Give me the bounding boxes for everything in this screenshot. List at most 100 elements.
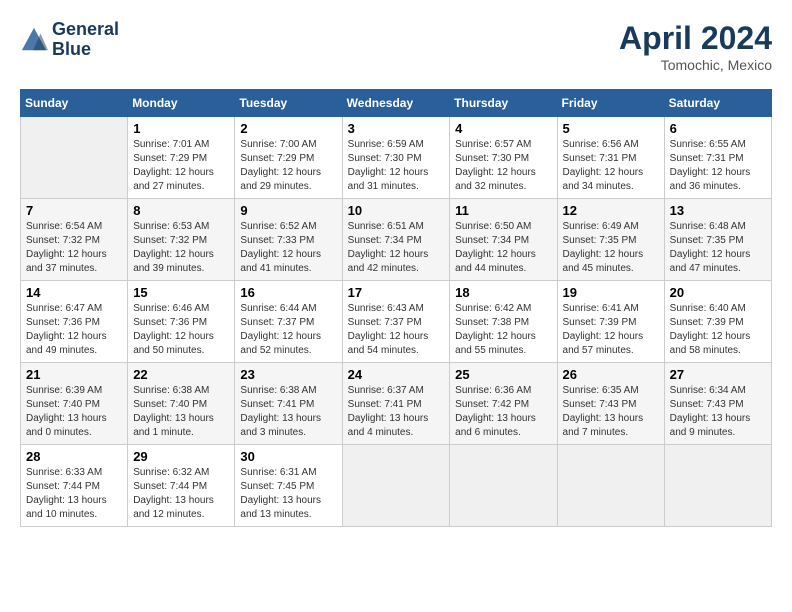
day-info: Sunrise: 6:57 AM Sunset: 7:30 PM Dayligh… (455, 138, 551, 194)
day-info: Sunrise: 7:00 AM Sunset: 7:29 PM Dayligh… (240, 138, 336, 194)
page-header: General Blue April 2024 Tomochic, Mexico (20, 20, 772, 73)
day-info: Sunrise: 6:35 AM Sunset: 7:43 PM Dayligh… (563, 384, 659, 440)
day-number: 19 (563, 285, 659, 300)
calendar-cell: 15 Sunrise: 6:46 AM Sunset: 7:36 PM Dayli… (128, 281, 235, 363)
calendar-cell (664, 445, 771, 527)
calendar-cell (450, 445, 557, 527)
weekday-header: Friday (557, 90, 664, 117)
day-number: 5 (563, 121, 659, 136)
calendar-cell: 5Sunrise: 6:56 AM Sunset: 7:31 PM Daylig… (557, 117, 664, 199)
weekday-header: Thursday (450, 90, 557, 117)
day-info: Sunrise: 6:49 AM Sunset: 7:35 PM Dayligh… (563, 220, 659, 276)
day-info: Sunrise: 6:31 AM Sunset: 7:45 PM Dayligh… (240, 466, 336, 522)
calendar-cell: 11Sunrise: 6:50 AM Sunset: 7:34 PM Dayli… (450, 199, 557, 281)
calendar-cell (342, 445, 450, 527)
day-number: 23 (240, 367, 336, 382)
day-info: Sunrise: 6:44 AM Sunset: 7:37 PM Dayligh… (240, 302, 336, 358)
day-info: Sunrise: 6:52 AM Sunset: 7:33 PM Dayligh… (240, 220, 336, 276)
day-number: 6 (670, 121, 766, 136)
day-number: 21 (26, 367, 122, 382)
day-info: Sunrise: 6:33 AM Sunset: 7:44 PM Dayligh… (26, 466, 122, 522)
day-number: 3 (348, 121, 445, 136)
day-number: 14 (26, 285, 122, 300)
location-title: Tomochic, Mexico (619, 57, 772, 73)
day-info: Sunrise: 7:01 AM Sunset: 7:29 PM Dayligh… (133, 138, 229, 194)
day-info: Sunrise: 6:37 AM Sunset: 7:41 PM Dayligh… (348, 384, 445, 440)
calendar-week-row: 21 Sunrise: 6:39 AM Sunset: 7:40 PM Dayli… (21, 363, 772, 445)
day-number: 20 (670, 285, 766, 300)
calendar-cell: 14Sunrise: 6:47 AM Sunset: 7:36 PM Dayli… (21, 281, 128, 363)
day-number: 1 (133, 121, 229, 136)
day-number: 17 (348, 285, 445, 300)
calendar-cell (557, 445, 664, 527)
title-block: April 2024 Tomochic, Mexico (619, 20, 772, 73)
day-number: 26 (563, 367, 659, 382)
day-info: Sunrise: 6:48 AM Sunset: 7:35 PM Dayligh… (670, 220, 766, 276)
day-info: Sunrise: 6:53 AM Sunset: 7:32 PM Dayligh… (133, 220, 229, 276)
day-info: Sunrise: 6:36 AM Sunset: 7:42 PM Dayligh… (455, 384, 551, 440)
day-number: 2 (240, 121, 336, 136)
calendar-week-row: 1 Sunrise: 7:01 AM Sunset: 7:29 PM Daylig… (21, 117, 772, 199)
day-number: 15 (133, 285, 229, 300)
logo-icon (20, 26, 48, 54)
calendar-cell: 6 Sunrise: 6:55 AM Sunset: 7:31 PM Daylig… (664, 117, 771, 199)
calendar-cell: 22 Sunrise: 6:38 AM Sunset: 7:40 PM Dayli… (128, 363, 235, 445)
day-info: Sunrise: 6:34 AM Sunset: 7:43 PM Dayligh… (670, 384, 766, 440)
calendar-cell: 30Sunrise: 6:31 AM Sunset: 7:45 PM Dayli… (235, 445, 342, 527)
calendar-cell: 13 Sunrise: 6:48 AM Sunset: 7:35 PM Dayli… (664, 199, 771, 281)
day-info: Sunrise: 6:40 AM Sunset: 7:39 PM Dayligh… (670, 302, 766, 358)
calendar-cell: 18 Sunrise: 6:42 AM Sunset: 7:38 PM Dayli… (450, 281, 557, 363)
day-number: 27 (670, 367, 766, 382)
calendar-cell: 21 Sunrise: 6:39 AM Sunset: 7:40 PM Dayli… (21, 363, 128, 445)
day-number: 10 (348, 203, 445, 218)
calendar-cell: 7Sunrise: 6:54 AM Sunset: 7:32 PM Daylig… (21, 199, 128, 281)
calendar-week-row: 14Sunrise: 6:47 AM Sunset: 7:36 PM Dayli… (21, 281, 772, 363)
calendar-cell: 16 Sunrise: 6:44 AM Sunset: 7:37 PM Dayli… (235, 281, 342, 363)
day-number: 22 (133, 367, 229, 382)
weekday-header: Wednesday (342, 90, 450, 117)
calendar-cell: 10 Sunrise: 6:51 AM Sunset: 7:34 PM Dayli… (342, 199, 450, 281)
calendar-header: SundayMondayTuesdayWednesdayThursdayFrid… (21, 90, 772, 117)
logo: General Blue (20, 20, 119, 60)
day-info: Sunrise: 6:55 AM Sunset: 7:31 PM Dayligh… (670, 138, 766, 194)
calendar-week-row: 28 Sunrise: 6:33 AM Sunset: 7:44 PM Dayli… (21, 445, 772, 527)
calendar-cell (21, 117, 128, 199)
weekday-header: Tuesday (235, 90, 342, 117)
calendar-cell: 26 Sunrise: 6:35 AM Sunset: 7:43 PM Dayli… (557, 363, 664, 445)
weekday-header: Monday (128, 90, 235, 117)
calendar-cell: 8 Sunrise: 6:53 AM Sunset: 7:32 PM Daylig… (128, 199, 235, 281)
calendar-cell: 9 Sunrise: 6:52 AM Sunset: 7:33 PM Daylig… (235, 199, 342, 281)
day-number: 24 (348, 367, 445, 382)
day-number: 9 (240, 203, 336, 218)
calendar-cell: 29 Sunrise: 6:32 AM Sunset: 7:44 PM Dayli… (128, 445, 235, 527)
calendar-cell: 1 Sunrise: 7:01 AM Sunset: 7:29 PM Daylig… (128, 117, 235, 199)
day-number: 18 (455, 285, 551, 300)
day-info: Sunrise: 6:51 AM Sunset: 7:34 PM Dayligh… (348, 220, 445, 276)
calendar-cell: 19 Sunrise: 6:41 AM Sunset: 7:39 PM Dayli… (557, 281, 664, 363)
day-info: Sunrise: 6:54 AM Sunset: 7:32 PM Dayligh… (26, 220, 122, 276)
calendar-cell: 25 Sunrise: 6:36 AM Sunset: 7:42 PM Dayli… (450, 363, 557, 445)
day-info: Sunrise: 6:41 AM Sunset: 7:39 PM Dayligh… (563, 302, 659, 358)
day-info: Sunrise: 6:39 AM Sunset: 7:40 PM Dayligh… (26, 384, 122, 440)
calendar-cell: 24 Sunrise: 6:37 AM Sunset: 7:41 PM Dayli… (342, 363, 450, 445)
day-info: Sunrise: 6:38 AM Sunset: 7:40 PM Dayligh… (133, 384, 229, 440)
day-number: 29 (133, 449, 229, 464)
day-number: 25 (455, 367, 551, 382)
weekday-header: Saturday (664, 90, 771, 117)
calendar-cell: 28 Sunrise: 6:33 AM Sunset: 7:44 PM Dayli… (21, 445, 128, 527)
day-number: 11 (455, 203, 551, 218)
calendar-cell: 3Sunrise: 6:59 AM Sunset: 7:30 PM Daylig… (342, 117, 450, 199)
day-number: 16 (240, 285, 336, 300)
day-number: 4 (455, 121, 551, 136)
month-title: April 2024 (619, 20, 772, 57)
day-info: Sunrise: 6:32 AM Sunset: 7:44 PM Dayligh… (133, 466, 229, 522)
calendar-cell: 4 Sunrise: 6:57 AM Sunset: 7:30 PM Daylig… (450, 117, 557, 199)
calendar-week-row: 7Sunrise: 6:54 AM Sunset: 7:32 PM Daylig… (21, 199, 772, 281)
day-number: 13 (670, 203, 766, 218)
day-info: Sunrise: 6:42 AM Sunset: 7:38 PM Dayligh… (455, 302, 551, 358)
day-number: 28 (26, 449, 122, 464)
calendar-cell: 17Sunrise: 6:43 AM Sunset: 7:37 PM Dayli… (342, 281, 450, 363)
day-info: Sunrise: 6:46 AM Sunset: 7:36 PM Dayligh… (133, 302, 229, 358)
day-number: 8 (133, 203, 229, 218)
calendar-cell: 2 Sunrise: 7:00 AM Sunset: 7:29 PM Daylig… (235, 117, 342, 199)
